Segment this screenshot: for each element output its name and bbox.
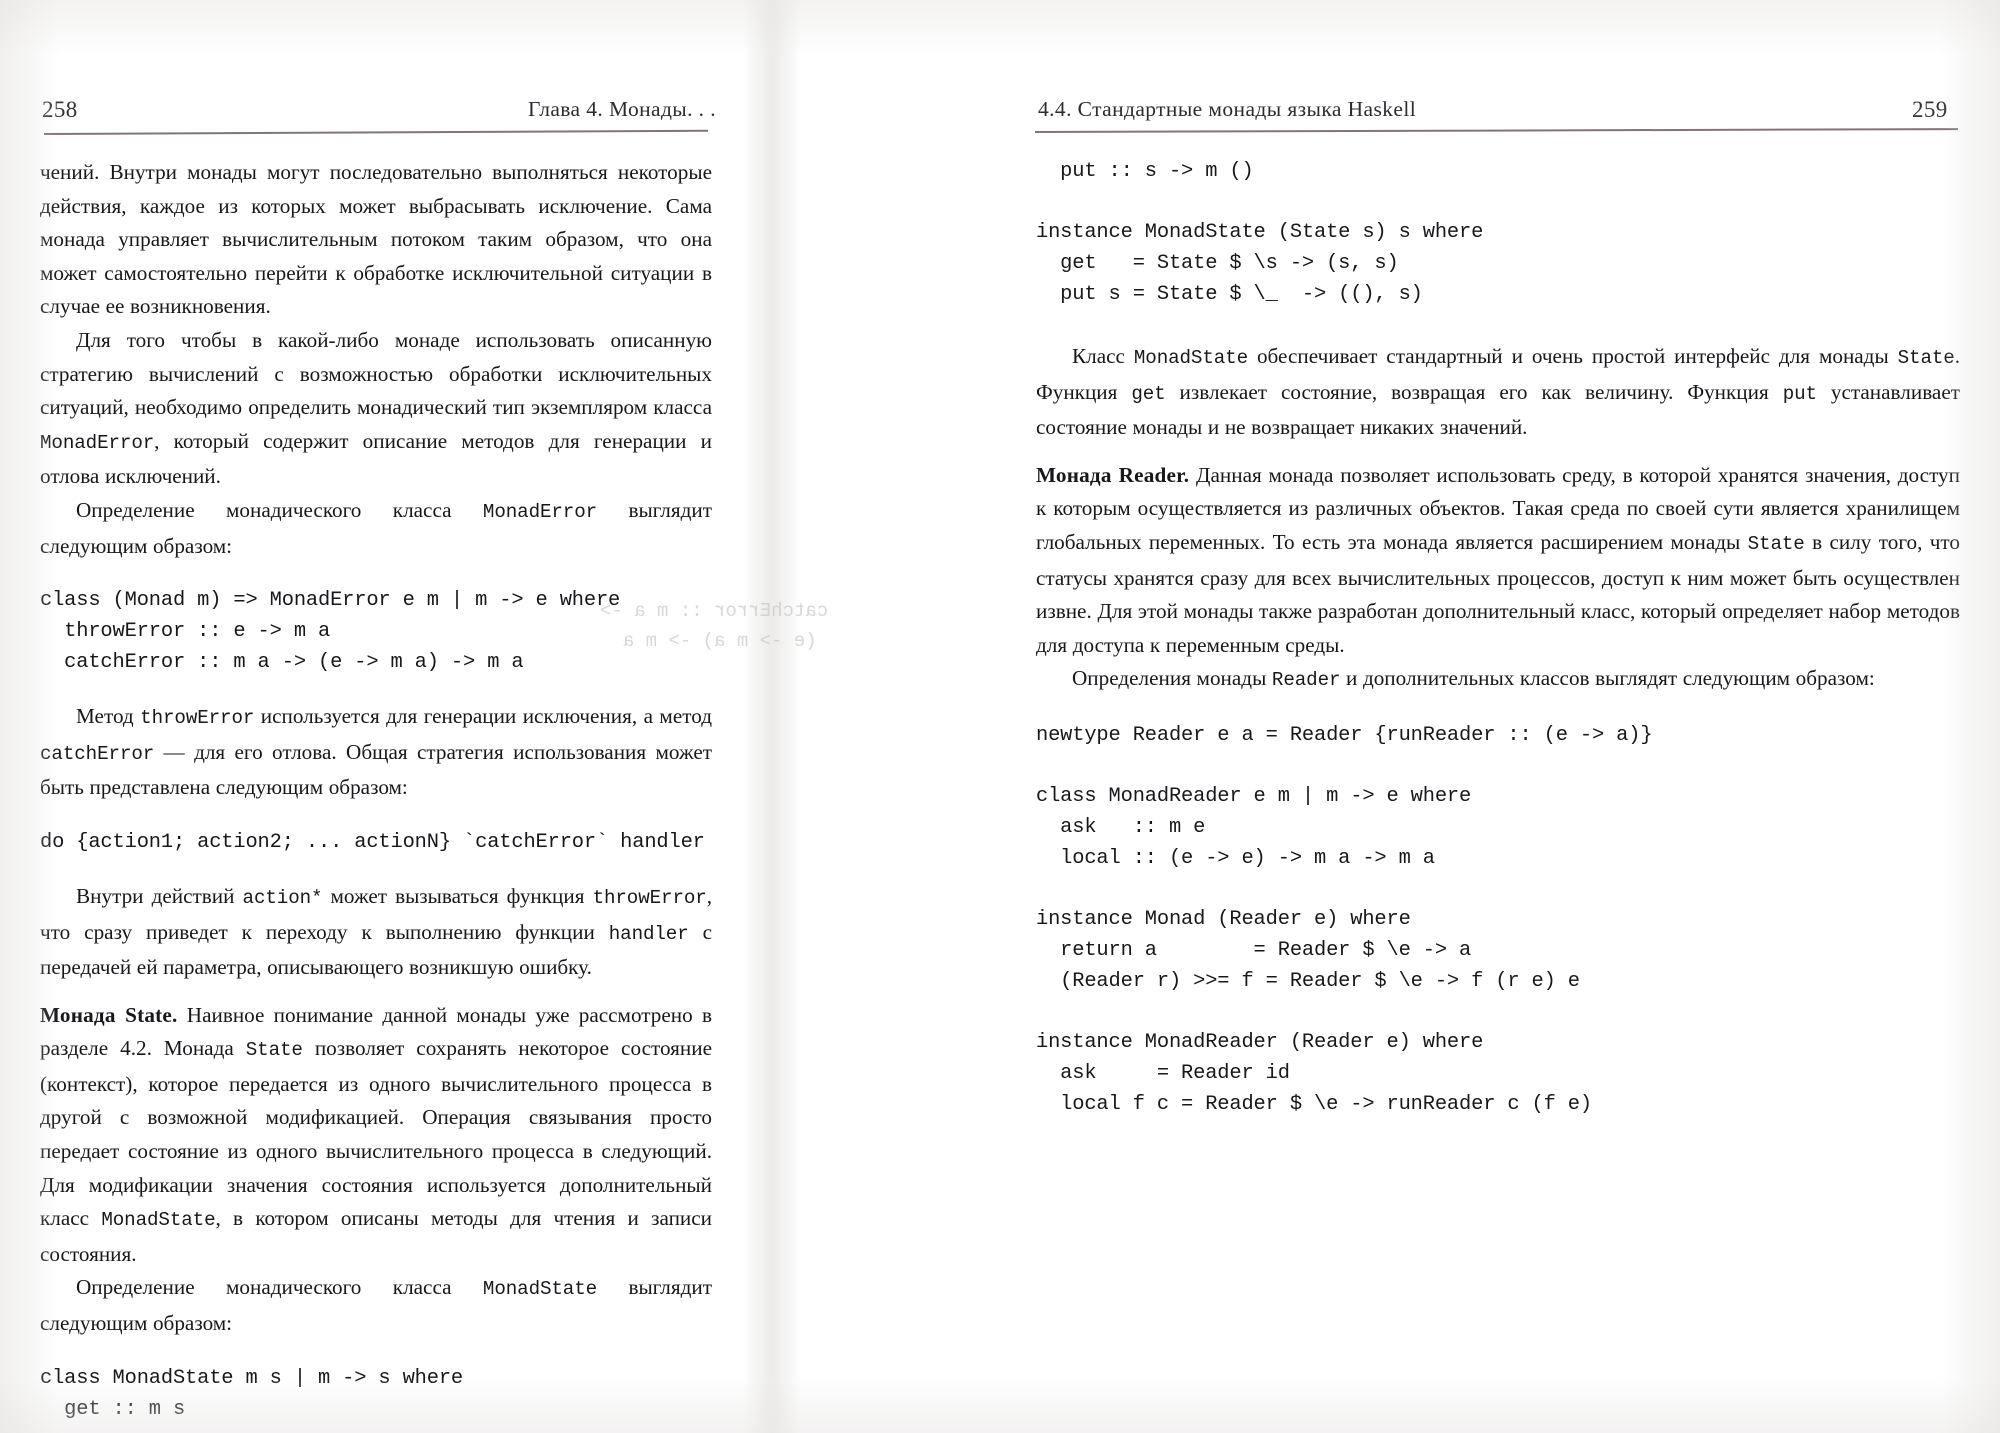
code-block-catcherror-usage: do {action1; action2; ... actionN} `catc… bbox=[40, 830, 705, 854]
code-block-monadreader-class: class MonadReader e m | m -> e where ask… bbox=[1036, 784, 1472, 870]
code-block-monadreader-instance: instance MonadReader (Reader e) where as… bbox=[1036, 1030, 1592, 1116]
code-block-monad-reader-instance: instance Monad (Reader e) where return a… bbox=[1036, 907, 1580, 993]
paragraph: Определения монады Reader и дополнительн… bbox=[1072, 666, 1875, 692]
inline-code: MonadState bbox=[101, 1209, 216, 1232]
inline-code: MonadState bbox=[482, 1278, 598, 1301]
inline-code: State bbox=[245, 1039, 303, 1062]
left-text-column: чений. Внутри монады могут последователь… bbox=[40, 156, 712, 1425]
inline-code: MonadError bbox=[482, 500, 598, 523]
left-page-folio: 258 bbox=[42, 97, 78, 122]
left-head-rule bbox=[43, 129, 708, 135]
right-page-folio: 259 bbox=[1912, 97, 1948, 122]
left-page: 258 Глава 4. Монады. . . чений. Внутри м… bbox=[0, 0, 760, 1433]
paragraph-state-monad: Монада State. Наивное понимание данной м… bbox=[40, 1002, 713, 1266]
paragraph: Внутри действий action* может вызываться… bbox=[40, 883, 713, 980]
inline-code: get bbox=[1131, 382, 1166, 405]
right-text-column: put :: s -> m () instance MonadState (St… bbox=[1036, 156, 1960, 1120]
runin-heading: Монада Reader. bbox=[1036, 462, 1190, 487]
inline-code: throwError bbox=[140, 707, 255, 730]
inline-code: put bbox=[1782, 382, 1817, 405]
runin-heading: Монада State. bbox=[40, 1002, 178, 1027]
paragraph: Класс MonadState обеспечивает стандартны… bbox=[1036, 344, 1961, 440]
right-page: 4.4. Стандартные монады языка Haskell 25… bbox=[760, 0, 2000, 1433]
inline-code: MonadError bbox=[40, 431, 155, 454]
paragraph: Определение монадического класса MonadSt… bbox=[40, 1275, 712, 1336]
code-block-monadstate-instance: instance MonadState (State s) s where ge… bbox=[1036, 221, 1484, 306]
inline-code: catchError bbox=[40, 742, 155, 765]
paragraph-reader-monad: Монада Reader. Данная монада позволяет и… bbox=[1036, 462, 1960, 657]
book-spread: catchError :: m a -> (e -> m a) -> m a 2… bbox=[0, 0, 2000, 1433]
inline-code: State bbox=[1747, 532, 1805, 555]
inline-code: throwError bbox=[592, 886, 707, 909]
inline-code: action* bbox=[242, 886, 323, 909]
paragraph: чений. Внутри монады могут последователь… bbox=[40, 160, 712, 319]
code-block-monadstate-class: class MonadState m s | m -> s where get … bbox=[40, 1366, 464, 1421]
paragraph: Определение монадического класса MonadEr… bbox=[40, 497, 712, 558]
code-block-reader-newtype: newtype Reader e a = Reader {runReader :… bbox=[1036, 723, 1653, 747]
paragraph: Метод throwError используется для генера… bbox=[40, 704, 712, 800]
inline-code: handler bbox=[608, 922, 689, 945]
inline-code: MonadState bbox=[1133, 347, 1249, 369]
left-running-head: Глава 4. Монады. . . bbox=[528, 97, 717, 121]
code-block-put-signature: put :: s -> m () bbox=[1036, 160, 1254, 183]
inline-code: Reader bbox=[1271, 669, 1341, 692]
right-running-head: 4.4. Стандартные монады языка Haskell bbox=[1038, 97, 1417, 121]
code-block-monaderror-class: class (Monad m) => MonadError e m | m ->… bbox=[40, 589, 621, 675]
inline-code: State bbox=[1897, 347, 1955, 369]
paragraph: Для того чтобы в какой-либо монаде испол… bbox=[40, 327, 712, 489]
